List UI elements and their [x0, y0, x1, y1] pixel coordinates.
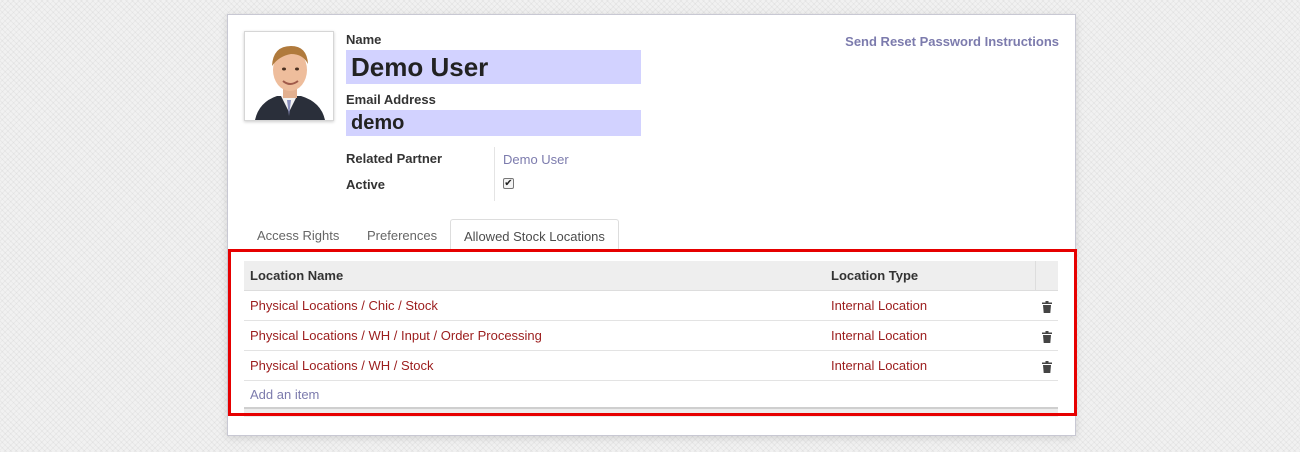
location-type-cell[interactable]: Internal Location: [825, 290, 1035, 321]
name-input[interactable]: Demo User: [346, 50, 641, 84]
table-row[interactable]: Physical Locations / Chic / Stock Intern…: [244, 290, 1058, 321]
trash-icon[interactable]: [1041, 300, 1052, 313]
table-row[interactable]: Physical Locations / WH / Input / Order …: [244, 320, 1058, 351]
tab-allowed-stock-locations[interactable]: Allowed Stock Locations: [450, 219, 619, 252]
user-avatar[interactable]: [244, 31, 334, 121]
active-checkbox[interactable]: ✔: [503, 178, 514, 189]
field-separator: [494, 147, 495, 201]
delete-cell: [1035, 350, 1058, 381]
trash-icon[interactable]: [1041, 360, 1052, 373]
avatar-photo: [245, 32, 333, 120]
location-name-cell[interactable]: Physical Locations / WH / Stock: [244, 350, 825, 381]
add-item-row: Add an item: [244, 381, 1058, 408]
delete-cell: [1035, 320, 1058, 351]
tab-access-rights[interactable]: Access Rights: [244, 219, 352, 251]
locations-table: Location Name Location Type Physical Loc…: [244, 261, 1058, 407]
column-header-location-type[interactable]: Location Type: [825, 261, 1035, 291]
trash-icon[interactable]: [1041, 330, 1052, 343]
location-type-cell[interactable]: Internal Location: [825, 350, 1035, 381]
table-header-row: Location Name Location Type: [244, 261, 1058, 291]
email-input[interactable]: demo: [346, 110, 641, 136]
send-reset-password-link[interactable]: Send Reset Password Instructions: [845, 34, 1059, 49]
column-header-actions: [1034, 261, 1058, 291]
user-form-sheet: Name Demo User Email Address demo Send R…: [227, 14, 1076, 436]
notebook-tabs: Access Rights Preferences Allowed Stock …: [244, 219, 1059, 252]
locations-table-container: Location Name Location Type Physical Loc…: [244, 261, 1058, 417]
email-label: Email Address: [346, 92, 436, 107]
table-footer: [244, 407, 1058, 417]
column-header-location-name[interactable]: Location Name: [244, 261, 825, 291]
active-label: Active: [346, 177, 386, 192]
location-name-cell[interactable]: Physical Locations / Chic / Stock: [244, 290, 825, 321]
related-partner-label: Related Partner: [346, 151, 443, 166]
add-item-link[interactable]: Add an item: [250, 387, 319, 402]
location-type-cell[interactable]: Internal Location: [825, 320, 1035, 351]
related-partner-link[interactable]: Demo User: [503, 152, 569, 167]
tab-preferences[interactable]: Preferences: [354, 219, 450, 251]
delete-cell: [1035, 290, 1058, 321]
name-label: Name: [346, 32, 382, 47]
table-row[interactable]: Physical Locations / WH / Stock Internal…: [244, 350, 1058, 381]
checkmark-icon: ✔: [504, 178, 513, 189]
location-name-cell[interactable]: Physical Locations / WH / Input / Order …: [244, 320, 825, 351]
